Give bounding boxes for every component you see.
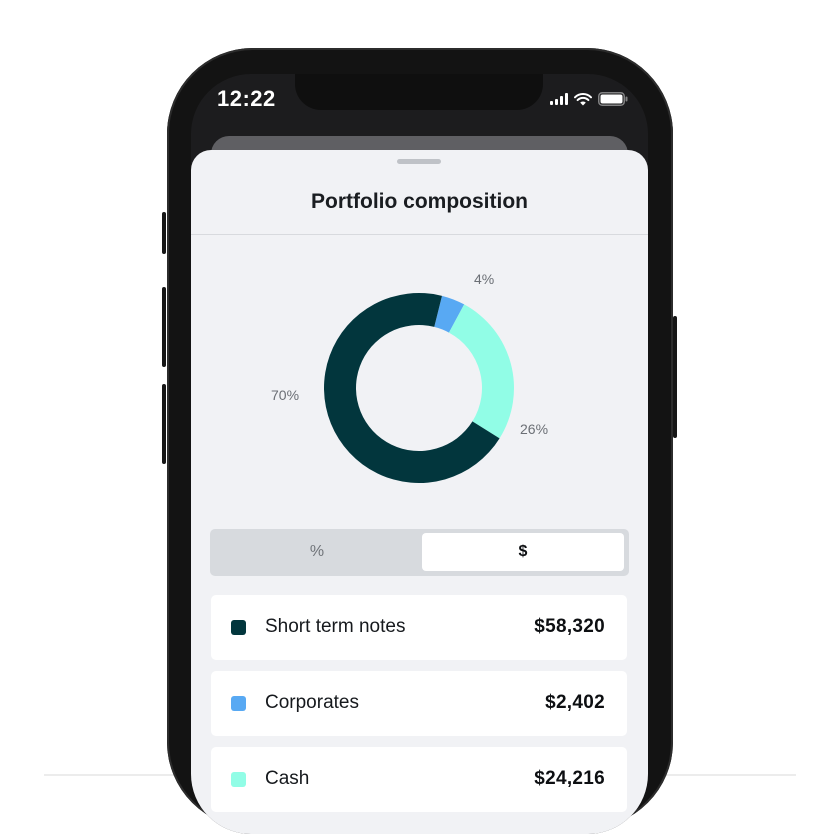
wifi-icon (574, 92, 592, 105)
list-item-cash[interactable]: Cash $24,216 (211, 747, 627, 812)
unit-toggle: % $ (210, 529, 629, 576)
holding-name: Corporates (265, 692, 359, 713)
sheet-grabber-handle[interactable] (397, 159, 441, 164)
volume-up-button (162, 287, 166, 367)
status-time: 12:22 (217, 86, 276, 111)
donut-slice-cash (448, 304, 514, 439)
legend-swatch (231, 772, 246, 787)
slice-label-cash: 26% (520, 421, 549, 437)
holding-value: $58,320 (534, 616, 605, 637)
notch (295, 74, 543, 110)
legend-swatch (231, 696, 246, 711)
phone-screen: 12:22 Portfolio composition 70% 4% 26% %… (191, 74, 648, 834)
mute-switch (162, 212, 166, 254)
status-icons (550, 92, 628, 106)
donut-chart (324, 293, 514, 483)
holding-value: $2,402 (545, 692, 605, 713)
slice-label-corporates: 4% (474, 271, 495, 287)
holding-name: Short term notes (265, 616, 406, 637)
holding-name: Cash (265, 768, 310, 789)
toggle-dollar[interactable]: $ (422, 533, 624, 571)
portfolio-sheet: Portfolio composition 70% 4% 26% % $ Sho… (191, 150, 648, 834)
list-item-corporates[interactable]: Corporates $2,402 (211, 671, 627, 736)
toggle-percent[interactable]: % (214, 533, 420, 571)
volume-down-button (162, 384, 166, 464)
list-item-short-term-notes[interactable]: Short term notes $58,320 (211, 595, 627, 660)
battery-icon (598, 92, 628, 106)
cellular-signal-icon (550, 93, 568, 105)
legend-swatch (231, 620, 246, 635)
slice-label-short-term-notes: 70% (271, 387, 300, 403)
power-button (673, 316, 677, 438)
holding-value: $24,216 (534, 768, 605, 789)
header-divider (191, 234, 648, 235)
sheet-title: Portfolio composition (311, 190, 528, 213)
